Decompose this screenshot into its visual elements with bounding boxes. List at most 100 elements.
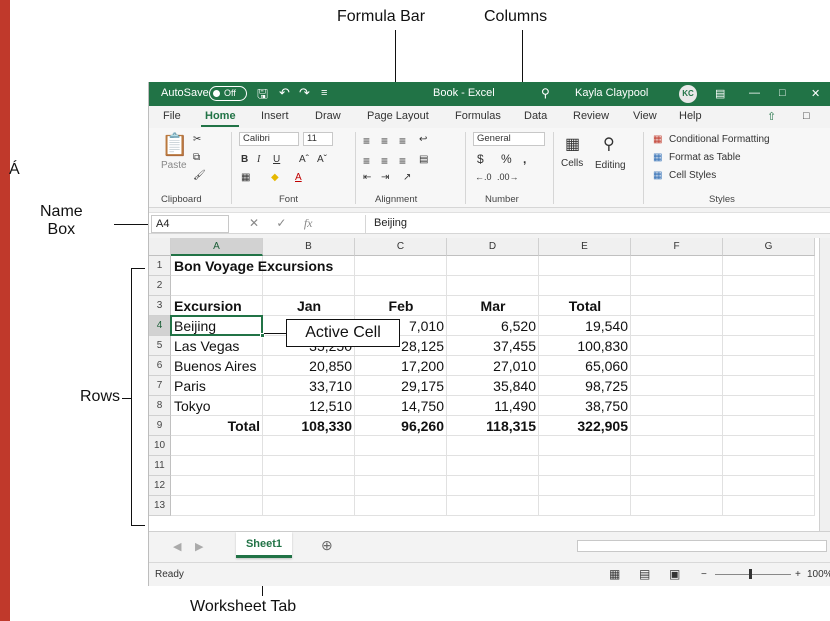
value-cell[interactable]: 29,175 xyxy=(355,376,447,396)
minimize-icon[interactable]: — xyxy=(749,87,760,99)
grid-cell[interactable] xyxy=(723,496,815,516)
enter-icon[interactable]: ✓ xyxy=(276,216,286,230)
row-header[interactable]: 10 xyxy=(149,436,171,456)
grid-cell[interactable] xyxy=(723,296,815,316)
font-color-icon[interactable]: A xyxy=(295,172,302,183)
total-label-cell[interactable]: Total xyxy=(171,416,263,436)
search-icon[interactable]: ⚲ xyxy=(541,86,550,100)
grid-cell[interactable] xyxy=(539,496,631,516)
shrink-font-icon[interactable]: Aˇ xyxy=(317,154,327,165)
header-cell[interactable]: Total xyxy=(539,296,631,316)
row-header[interactable]: 2 xyxy=(149,276,171,296)
header-cell[interactable]: Jan xyxy=(263,296,355,316)
italic-button[interactable]: I xyxy=(257,154,260,165)
grid-cell[interactable] xyxy=(355,496,447,516)
orientation-icon[interactable]: ↗ xyxy=(403,172,411,183)
grid-cell[interactable] xyxy=(263,476,355,496)
column-header[interactable]: F xyxy=(631,238,723,256)
column-header[interactable]: C xyxy=(355,238,447,256)
value-cell[interactable]: 38,750 xyxy=(539,396,631,416)
tab-help[interactable]: Help xyxy=(679,110,702,122)
wrap-text-icon[interactable]: ↩ xyxy=(419,134,427,145)
grid-cell[interactable] xyxy=(723,416,815,436)
tab-file[interactable]: File xyxy=(163,110,181,122)
avatar[interactable]: KC xyxy=(679,85,697,103)
column-header[interactable]: E xyxy=(539,238,631,256)
value-cell[interactable]: 65,060 xyxy=(539,356,631,376)
value-cell[interactable]: 98,725 xyxy=(539,376,631,396)
grid-cell[interactable] xyxy=(355,276,447,296)
row-header[interactable]: 5 xyxy=(149,336,171,356)
grid-cell[interactable] xyxy=(447,496,539,516)
grid-cell[interactable] xyxy=(723,356,815,376)
column-header[interactable]: B xyxy=(263,238,355,256)
grid-cell[interactable] xyxy=(263,496,355,516)
value-cell[interactable]: 27,010 xyxy=(447,356,539,376)
row-header[interactable]: 12 xyxy=(149,476,171,496)
vertical-scrollbar[interactable] xyxy=(819,238,830,531)
grid-cell[interactable] xyxy=(447,476,539,496)
grid-cell[interactable] xyxy=(539,276,631,296)
tab-review[interactable]: Review xyxy=(573,110,609,122)
grid-cell[interactable] xyxy=(631,396,723,416)
increase-decimal-icon[interactable]: ←.0 xyxy=(475,172,492,182)
conditional-formatting-button[interactable]: Conditional Formatting xyxy=(669,134,770,145)
grid-cell[interactable] xyxy=(263,436,355,456)
page-break-view-icon[interactable]: ▣ xyxy=(669,567,680,581)
number-format-select[interactable]: General xyxy=(473,132,545,146)
select-all-corner[interactable] xyxy=(149,238,171,256)
total-value-cell[interactable]: 108,330 xyxy=(263,416,355,436)
zoom-slider-thumb[interactable] xyxy=(749,569,752,579)
align-right-icon[interactable]: ≡ xyxy=(399,154,406,168)
grid-cell[interactable] xyxy=(631,416,723,436)
page-layout-view-icon[interactable]: ▤ xyxy=(639,567,650,581)
grid-cell[interactable] xyxy=(631,316,723,336)
grid-cell[interactable] xyxy=(631,256,723,276)
editing-button[interactable]: Editing xyxy=(595,160,626,171)
grid-cell[interactable] xyxy=(263,456,355,476)
tab-page-layout[interactable]: Page Layout xyxy=(367,110,429,122)
header-cell[interactable]: Mar xyxy=(447,296,539,316)
row-header[interactable]: 1 xyxy=(149,256,171,276)
borders-icon[interactable]: ▦ xyxy=(241,172,250,183)
bold-button[interactable]: B xyxy=(241,154,248,165)
autosave-toggle[interactable]: Off xyxy=(209,86,247,101)
value-cell[interactable]: 19,540 xyxy=(539,316,631,336)
grid-cell[interactable] xyxy=(631,356,723,376)
value-cell[interactable]: 33,710 xyxy=(263,376,355,396)
grid-cell[interactable] xyxy=(539,456,631,476)
underline-button[interactable]: U xyxy=(273,154,280,165)
percent-icon[interactable]: % xyxy=(501,152,512,166)
excursion-cell[interactable]: Paris xyxy=(171,376,263,396)
grid-cell[interactable] xyxy=(631,496,723,516)
value-cell[interactable]: 37,455 xyxy=(447,336,539,356)
total-value-cell[interactable]: 322,905 xyxy=(539,416,631,436)
row-header[interactable]: 3 xyxy=(149,296,171,316)
tab-data[interactable]: Data xyxy=(524,110,547,122)
cancel-icon[interactable]: ✕ xyxy=(249,216,259,230)
total-value-cell[interactable]: 118,315 xyxy=(447,416,539,436)
value-cell[interactable]: 12,510 xyxy=(263,396,355,416)
format-painter-icon[interactable]: 🖌 xyxy=(193,170,206,181)
grid-cell[interactable] xyxy=(539,256,631,276)
grid-cell[interactable] xyxy=(263,276,355,296)
paste-icon[interactable]: 📋 xyxy=(161,132,188,158)
decrease-indent-icon[interactable]: ⇤ xyxy=(363,172,371,183)
grid-cell[interactable] xyxy=(723,316,815,336)
value-cell[interactable]: 17,200 xyxy=(355,356,447,376)
grid-cell[interactable] xyxy=(539,476,631,496)
currency-icon[interactable]: $ xyxy=(477,152,484,166)
align-top-icon[interactable]: ≡ xyxy=(363,134,370,148)
grid-cell[interactable] xyxy=(355,476,447,496)
excursion-cell[interactable]: Tokyo xyxy=(171,396,263,416)
grid-cell[interactable] xyxy=(723,276,815,296)
grid-cell[interactable] xyxy=(631,436,723,456)
row-header[interactable]: 9 xyxy=(149,416,171,436)
zoom-out-icon[interactable]: − xyxy=(701,569,707,580)
insert-function-icon[interactable]: fx xyxy=(304,216,313,230)
total-value-cell[interactable]: 96,260 xyxy=(355,416,447,436)
grid-cell[interactable] xyxy=(631,296,723,316)
grid-cell[interactable] xyxy=(723,436,815,456)
row-header[interactable]: 6 xyxy=(149,356,171,376)
paste-label[interactable]: Paste xyxy=(161,160,187,171)
